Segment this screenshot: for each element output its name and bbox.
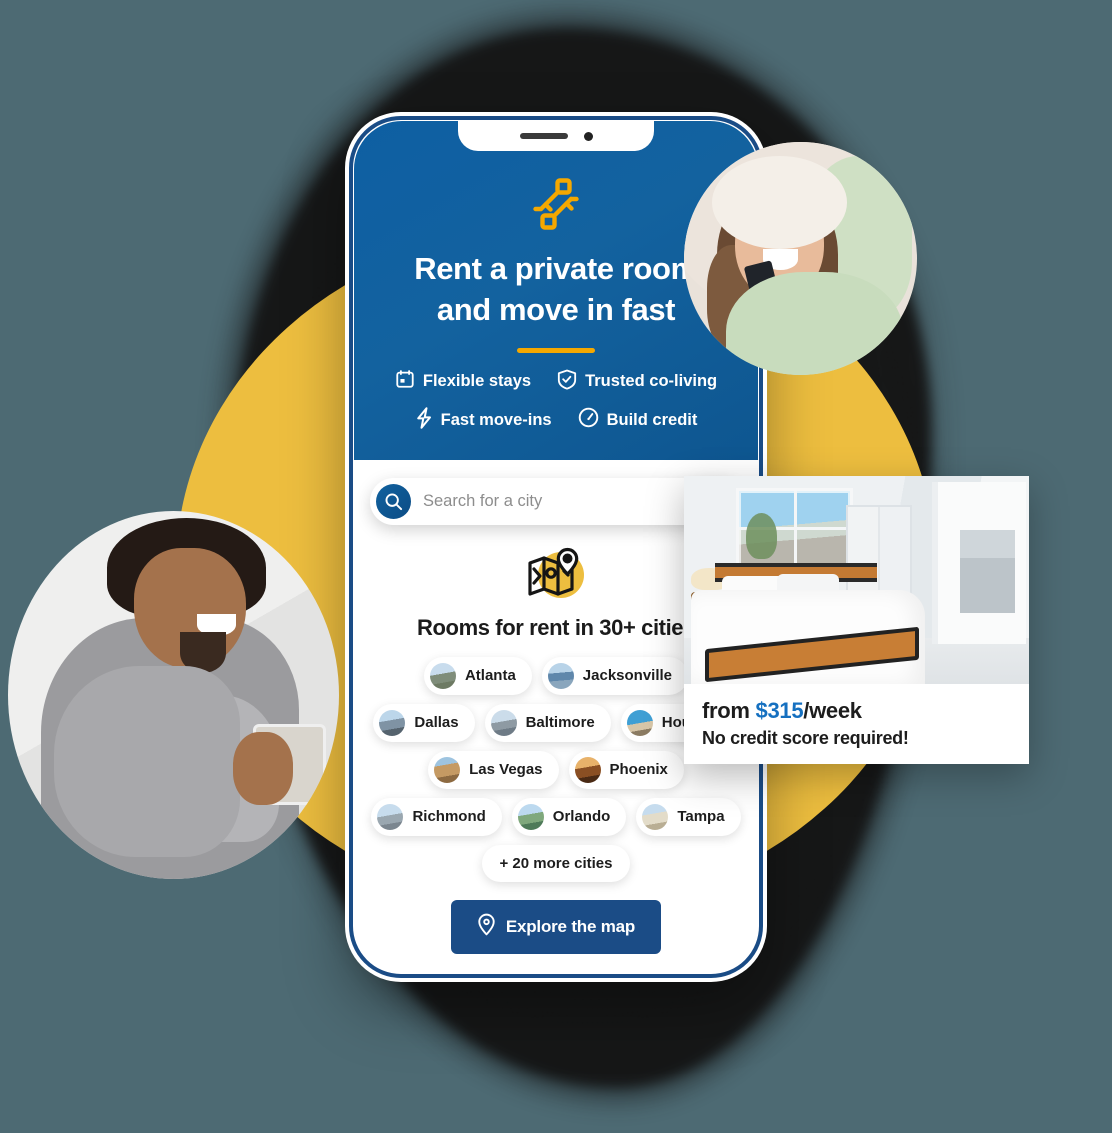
city-thumbnail [429, 662, 456, 689]
feature-label: Build credit [606, 410, 698, 429]
speaker-grille-icon [519, 133, 568, 139]
city-thumbnail [379, 709, 406, 736]
city-chip-label: Phoenix [609, 761, 668, 779]
hero-feature-list: Flexible stays Trusted co-living Fast mo… [372, 369, 740, 434]
refrigerator [960, 530, 1016, 614]
city-chip-more[interactable]: + 20 more cities [481, 844, 631, 882]
explore-map-button[interactable]: Explore the map [450, 899, 662, 954]
search-input[interactable]: Search for a city [423, 492, 542, 511]
city-chip-tampa[interactable]: Tampa [636, 797, 741, 836]
city-thumbnail [642, 803, 669, 830]
city-chip-jacksonville[interactable]: Jacksonville [541, 656, 689, 695]
no-credit-subtitle: No credit score required! [702, 728, 909, 748]
city-thumbnail [574, 756, 601, 783]
calendar-icon [395, 369, 415, 394]
sweater-body [725, 272, 904, 375]
city-thumbnail [490, 709, 517, 736]
room-listing-card[interactable]: from $315/week No credit score required! [684, 476, 1029, 764]
illustration-stage: Rent a private room and move in fast Fle… [0, 0, 1112, 1133]
price-prefix: from [702, 698, 750, 723]
city-chip-richmond[interactable]: Richmond [371, 797, 502, 836]
city-chip-label: Richmond [412, 808, 486, 826]
feature-row-1: Flexible stays Trusted co-living [395, 369, 717, 395]
city-chip-phoenix[interactable]: Phoenix [568, 750, 684, 789]
city-chip-baltimore[interactable]: Baltimore [484, 703, 611, 742]
bedroom-photo [684, 476, 1029, 684]
city-chip-dallas[interactable]: Dallas [373, 703, 475, 742]
city-thumbnail [626, 709, 653, 736]
city-chip-label: Dallas [414, 714, 459, 732]
gauge-icon [578, 407, 599, 433]
phone-notch [458, 121, 654, 151]
feature-label: Fast move-ins [440, 410, 552, 429]
palm-tree [746, 513, 778, 560]
city-thumbnail [517, 803, 544, 830]
hero-divider [517, 347, 595, 353]
city-chip-label: Jacksonville [582, 667, 673, 685]
price-line: from $315/week [702, 698, 1011, 724]
search-icon[interactable] [376, 483, 411, 519]
feature-build-credit: Build credit [578, 407, 698, 433]
feature-flexible-stays: Flexible stays [395, 369, 531, 394]
hat-crown [711, 155, 848, 250]
shield-check-icon [557, 369, 577, 395]
feature-label: Flexible stays [422, 372, 532, 391]
arm [54, 665, 240, 857]
city-chip-label: Baltimore [525, 714, 595, 732]
hand [233, 731, 293, 806]
map-pin-icon [477, 913, 496, 941]
price-amount: $315 [755, 698, 804, 723]
city-chip-label: Las Vegas [469, 761, 543, 779]
city-chip-label: Tampa [677, 808, 725, 826]
city-chip-label: Orlando [552, 808, 611, 826]
feature-label: Trusted co-living [585, 372, 718, 391]
price-suffix: /week [803, 698, 862, 723]
man-with-mug-photo [8, 511, 339, 879]
woman-on-phone-photo [684, 142, 917, 375]
front-camera-icon [583, 131, 593, 141]
city-chip-orlando[interactable]: Orlando [511, 797, 627, 836]
explore-button-row: Explore the map [364, 899, 748, 960]
city-chip-atlanta[interactable]: Atlanta [423, 656, 532, 695]
explore-map-label: Explore the map [505, 916, 636, 936]
city-thumbnail [547, 662, 574, 689]
feature-fast-move-ins: Fast move-ins [415, 407, 552, 434]
city-thumbnail [377, 803, 404, 830]
feature-row-2: Fast move-ins Build credit [415, 407, 698, 434]
city-thumbnail [434, 756, 461, 783]
city-chip-las-vegas[interactable]: Las Vegas [428, 750, 559, 789]
lightning-bolt-icon [415, 407, 433, 434]
city-chip-label: + 20 more cities [499, 854, 613, 872]
room-card-info: from $315/week No credit score required! [684, 684, 1029, 764]
city-chip-label: Atlanta [464, 667, 516, 685]
